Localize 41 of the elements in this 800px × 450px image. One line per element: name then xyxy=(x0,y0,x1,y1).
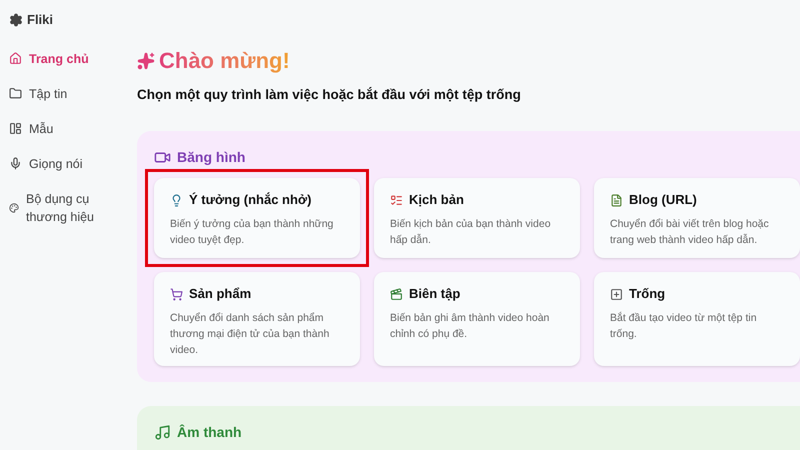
sidebar-item[interactable]: Trang chủ xyxy=(9,50,126,68)
card-description: Chuyển đổi bài viết trên blog hoặc trang web thành video hấp dẫn. xyxy=(610,216,770,248)
workflow-card[interactable]: Biên tập Biến bản ghi âm thành video hoàn chỉnh có phụ đề. xyxy=(374,272,580,366)
palette-icon xyxy=(9,202,19,212)
card-description: Biến kịch bản của bạn thành video hấp dẫn. xyxy=(390,216,552,248)
microphone-icon xyxy=(9,157,22,170)
home-icon xyxy=(9,52,22,65)
music-note-icon xyxy=(154,424,171,441)
section-title: Âm thanh xyxy=(177,422,242,442)
subheading: Chọn một quy trình làm việc hoặc bắt đầu với một tệp trống xyxy=(137,86,522,104)
card-title: Kịch bản xyxy=(409,191,464,210)
sparkles-icon xyxy=(137,52,155,70)
list-pen-icon xyxy=(390,194,403,206)
card-description: Bắt đầu tạo video từ một tệp tin trống. xyxy=(610,310,758,342)
workflow-card[interactable]: Kịch bản Biến kịch bản của bạn thành video hấp dẫn. xyxy=(374,178,580,258)
app-name: Fliki xyxy=(27,11,54,29)
card-description: Biến ý tưởng của bạn thành những video tuyệt đẹp. xyxy=(170,216,334,248)
layout-icon xyxy=(9,122,22,135)
workflow-card[interactable]: Ý tưởng (nhắc nhở) Biến ý tưởng của bạn thành những video tuyệt đẹp. xyxy=(154,178,360,258)
sidebar-item[interactable]: Giọng nói xyxy=(9,154,126,172)
clapperboard-icon xyxy=(390,288,403,300)
section-title: Băng hình xyxy=(177,148,246,168)
sidebar-item[interactable]: Tập tin xyxy=(9,84,126,102)
workflow-card[interactable]: Trống Bắt đầu tạo video từ một tệp tin trống. xyxy=(594,272,800,366)
card-description: Biến bản ghi âm thành video hoàn chỉnh có phụ đề. xyxy=(390,310,550,342)
workflow-card[interactable]: Blog (URL) Chuyển đổi bài viết trên blog hoặc trang web thành video hấp dẫn. xyxy=(594,178,800,258)
card-title: Blog (URL) xyxy=(629,191,697,210)
cart-icon xyxy=(170,288,183,300)
plus-square-icon xyxy=(610,288,623,300)
card-title: Biên tập xyxy=(409,285,460,304)
card-title: Trống xyxy=(629,285,666,304)
card-title: Ý tưởng (nhắc nhở) xyxy=(189,191,312,210)
lightbulb-icon xyxy=(170,194,183,206)
workflow-card[interactable]: Sản phẩm Chuyển đổi danh sách sản phẩm thương mại điện tử của bạn thành video. xyxy=(154,272,360,366)
card-title: Sản phẩm xyxy=(189,285,252,304)
gear-icon xyxy=(9,12,23,27)
card-description: Chuyển đổi danh sách sản phẩm thương mại điện tử của bạn thành video. xyxy=(170,310,330,358)
sidebar-item[interactable]: Mẫu xyxy=(9,120,126,138)
sidebar-item[interactable]: Bộ dụng cụ thương hiệu xyxy=(9,190,126,226)
document-icon xyxy=(610,194,623,206)
folder-icon xyxy=(9,87,22,100)
